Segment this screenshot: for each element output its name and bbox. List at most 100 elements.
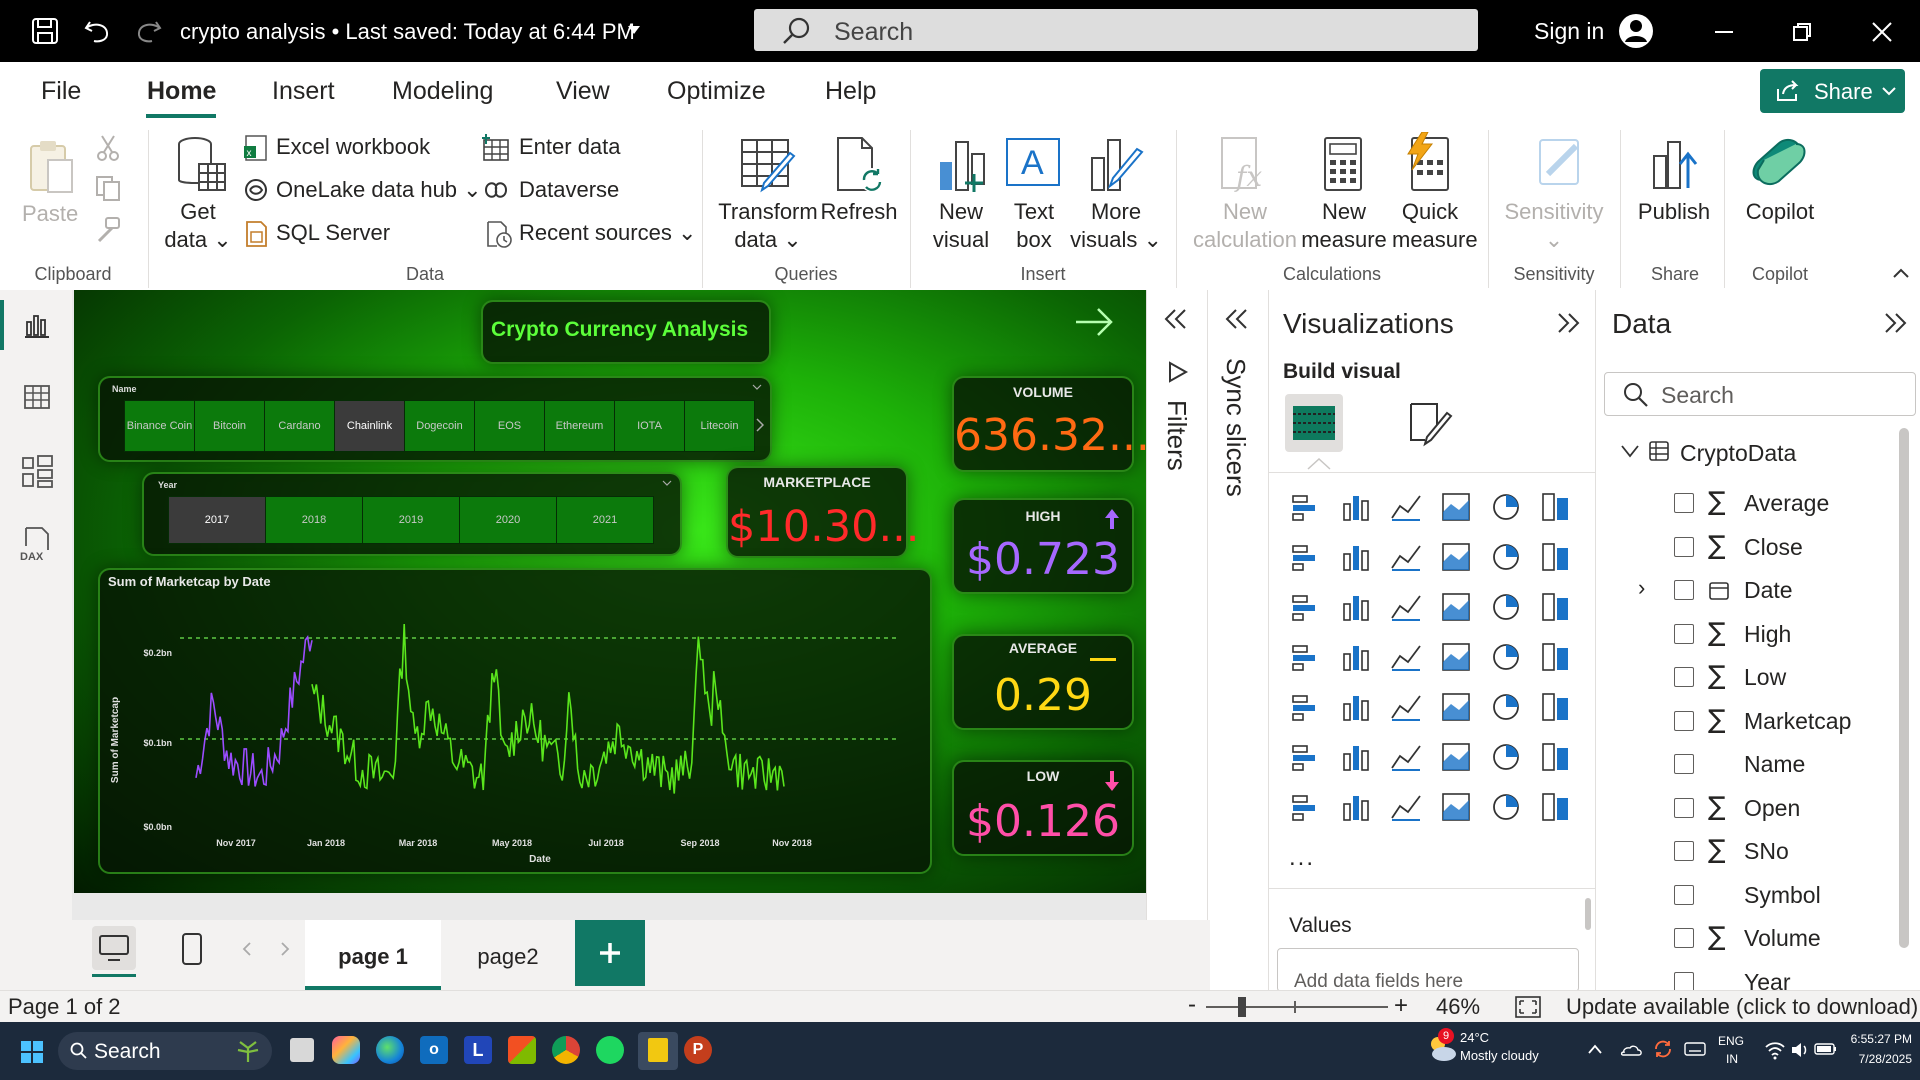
field-checkbox[interactable] xyxy=(1674,928,1694,948)
field-checkbox[interactable] xyxy=(1674,971,1694,990)
publish-button[interactable]: Publish xyxy=(1634,198,1714,226)
marketcap-line-chart[interactable]: $0.0bn $0.1bn $0.2bn Nov 2017 Jan 2018 Mar 20… xyxy=(100,570,930,872)
slicer-chip-litecoin[interactable]: Litecoin xyxy=(684,400,755,452)
model-view-icon[interactable] xyxy=(20,454,54,488)
page-tab-2[interactable]: page2 xyxy=(442,920,574,986)
pie-chart-icon[interactable] xyxy=(1487,588,1525,626)
recent-sources-button[interactable]: Recent sources ⌄ xyxy=(519,220,696,246)
double-chevron-right-icon[interactable] xyxy=(1555,312,1581,334)
field-date[interactable]: › Date xyxy=(1596,571,1920,609)
series-line-2[interactable] xyxy=(311,624,785,794)
data-scrollbar[interactable] xyxy=(1899,428,1909,948)
dataverse-button[interactable]: Dataverse xyxy=(519,177,619,203)
clock-time[interactable]: 6:55:27 PM xyxy=(1842,1032,1912,1046)
volume-icon[interactable] xyxy=(1790,1040,1810,1060)
donut-chart-icon[interactable] xyxy=(1537,588,1575,626)
zoom-slider-thumb[interactable] xyxy=(1238,997,1246,1017)
powerpoint-icon[interactable]: P xyxy=(684,1036,712,1064)
slicer-chip-2018[interactable]: 2018 xyxy=(265,496,363,544)
filled-map-icon[interactable] xyxy=(1387,638,1425,676)
transform-data-button[interactable]: Transform data ⌄ xyxy=(716,198,820,254)
sign-in-link[interactable]: Sign in xyxy=(1534,18,1604,45)
chevron-down-icon[interactable] xyxy=(752,384,762,391)
scatter-chart-icon[interactable] xyxy=(1437,588,1475,626)
chevron-right-icon[interactable] xyxy=(756,418,764,432)
funnel-chart-icon[interactable] xyxy=(1387,588,1425,626)
field-average[interactable]: ∑ Average xyxy=(1596,484,1920,522)
chrome-icon[interactable] xyxy=(552,1036,580,1064)
line-clustered-column-chart-icon[interactable] xyxy=(1537,538,1575,576)
field-year[interactable]: Year xyxy=(1596,963,1920,990)
matrix-icon[interactable] xyxy=(1487,688,1525,726)
series-line-1[interactable] xyxy=(195,635,313,787)
slicer-chip-ethereum[interactable]: Ethereum xyxy=(544,400,615,452)
build-visual-tab[interactable] xyxy=(1285,394,1343,452)
menu-modeling[interactable]: Modeling xyxy=(392,77,493,106)
chevron-right-icon[interactable] xyxy=(280,942,290,956)
minimize-icon[interactable] xyxy=(1712,20,1736,44)
slicer-chip-cardano[interactable]: Cardano xyxy=(264,400,335,452)
stacked-bar-chart-icon[interactable] xyxy=(1287,488,1325,526)
field-sno[interactable]: ∑ SNo xyxy=(1596,832,1920,870)
field-checkbox[interactable] xyxy=(1674,623,1694,644)
kpi-icon[interactable] xyxy=(1337,688,1375,726)
paginated-report-icon[interactable] xyxy=(1287,788,1325,826)
viz-scrollbar[interactable] xyxy=(1585,898,1591,930)
table-name[interactable]: CryptoData xyxy=(1680,440,1796,467)
zoom-slider-track[interactable] xyxy=(1206,1006,1388,1008)
slicer-chip-2017[interactable]: 2017 xyxy=(168,496,266,544)
table-icon[interactable] xyxy=(1437,688,1475,726)
edge-browser-icon[interactable] xyxy=(376,1036,404,1064)
zoom-level[interactable]: 46% xyxy=(1436,994,1480,1020)
slicer-chip-binance-coin[interactable]: Binance Coin xyxy=(124,400,195,452)
battery-icon[interactable] xyxy=(1814,1040,1838,1058)
field-checkbox[interactable] xyxy=(1674,884,1694,905)
chevron-down-icon[interactable] xyxy=(626,24,642,36)
100-stacked-area-chart-icon[interactable] xyxy=(1437,538,1475,576)
arrow-right-icon[interactable] xyxy=(1074,304,1114,340)
python-visual-icon[interactable] xyxy=(1287,738,1325,776)
menu-optimize[interactable]: Optimize xyxy=(667,77,766,106)
chevron-left-icon[interactable] xyxy=(242,942,252,956)
menu-view[interactable]: View xyxy=(556,77,610,106)
gauge-icon[interactable] xyxy=(1487,638,1525,676)
slicer-chip-bitcoin[interactable]: Bitcoin xyxy=(194,400,265,452)
chevron-down-icon[interactable] xyxy=(662,480,672,487)
field-volume[interactable]: ∑ Volume xyxy=(1596,919,1920,957)
zoom-out-button[interactable]: - xyxy=(1188,991,1196,1019)
field-symbol[interactable]: Symbol xyxy=(1596,876,1920,914)
r-visual-icon[interactable] xyxy=(1537,688,1575,726)
quick-measure-button[interactable]: Quick measure xyxy=(1392,198,1478,254)
copilot-button[interactable]: Copilot xyxy=(1738,198,1822,226)
narrative-icon[interactable] xyxy=(1537,788,1575,826)
collapse-ribbon-icon[interactable] xyxy=(1892,266,1910,280)
stacked-area-chart-icon[interactable] xyxy=(1387,538,1425,576)
multi-row-card-icon[interactable] xyxy=(1287,688,1325,726)
taskbar-search[interactable]: Search xyxy=(58,1032,272,1070)
treemap-icon[interactable] xyxy=(1287,638,1325,676)
field-high[interactable]: ∑ High xyxy=(1596,615,1920,653)
copilot-app-icon[interactable] xyxy=(332,1036,360,1064)
clustered-column-chart-icon[interactable] xyxy=(1437,488,1475,526)
slicer-new-icon[interactable] xyxy=(1387,788,1425,826)
power-automate-icon[interactable] xyxy=(1487,788,1525,826)
power-bi-taskbar-button[interactable] xyxy=(638,1032,678,1070)
new-visual-button[interactable]: New visual xyxy=(924,198,998,254)
double-chevron-left-icon[interactable] xyxy=(1224,308,1250,330)
double-chevron-right-icon[interactable] xyxy=(1882,312,1908,334)
save-icon[interactable] xyxy=(28,14,62,48)
close-icon[interactable] xyxy=(1870,20,1894,44)
area-chart-icon[interactable] xyxy=(1337,538,1375,576)
wifi-icon[interactable] xyxy=(1764,1040,1786,1060)
user-avatar-icon[interactable] xyxy=(1617,12,1655,50)
slicer-chip-iota[interactable]: IOTA xyxy=(614,400,685,452)
language-code[interactable]: ENG xyxy=(1718,1034,1744,1048)
undo-icon[interactable] xyxy=(80,14,114,48)
key-influencers-icon[interactable] xyxy=(1337,738,1375,776)
weather-temp[interactable]: 24°C xyxy=(1460,1030,1489,1045)
menu-help[interactable]: Help xyxy=(825,77,876,106)
sync-slicers-pane-collapsed[interactable]: Sync slicers xyxy=(1207,290,1268,990)
format-visual-icon[interactable] xyxy=(1407,400,1455,448)
field-open[interactable]: ∑ Open xyxy=(1596,789,1920,827)
field-low[interactable]: ∑ Low xyxy=(1596,658,1920,696)
